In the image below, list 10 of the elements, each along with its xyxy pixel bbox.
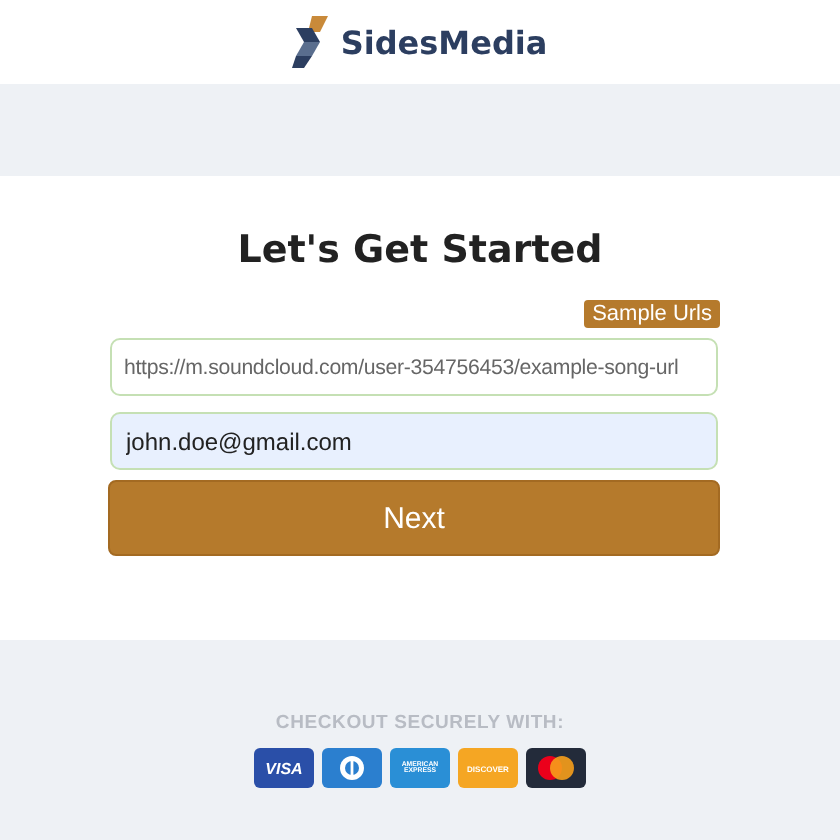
sample-urls-button[interactable]: Sample Urls (584, 300, 720, 328)
brand-name: SidesMedia (340, 23, 548, 61)
visa-card: VISA (254, 748, 314, 788)
next-button[interactable]: Next (108, 480, 720, 556)
logo-icon (292, 16, 333, 68)
form-title: Let's Get Started (235, 228, 605, 272)
diners-club-logo-icon (338, 754, 366, 782)
url-field[interactable]: https://m.soundcloud.com/user-354756453/example-song-url (110, 338, 718, 396)
mastercard-logo-icon (536, 754, 576, 782)
email-field[interactable]: john.doe@gmail.com (110, 412, 718, 470)
